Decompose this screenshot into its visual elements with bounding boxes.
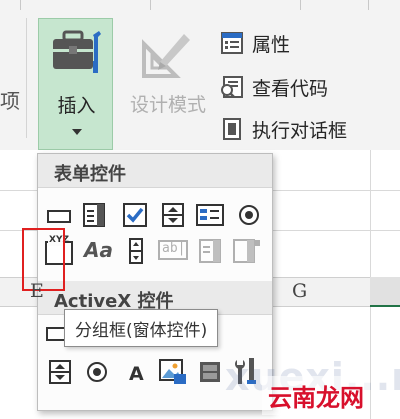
activex-image-icon[interactable] [158,358,188,386]
combo-box-icon[interactable] [82,202,106,227]
scroll-bar-icon[interactable] [124,238,148,264]
label-caption: Aa [84,238,113,262]
ribbon-top-edge [0,0,400,10]
view-code-icon [220,75,244,99]
column-header-partial: E [30,280,44,302]
form-controls-title: 表单控件 [54,164,126,185]
design-mode-label: 设计模式 [129,94,206,116]
activex-label-icon[interactable]: A [124,360,148,385]
list-box-icon[interactable] [196,203,224,227]
toolbox-icon [49,25,105,83]
run-dialog-button[interactable]: 执行对话框 [220,114,347,144]
activex-spin-button-icon[interactable] [48,360,72,384]
checkbox-icon[interactable] [123,203,147,227]
column-header-g[interactable]: G [292,280,307,302]
run-dialog-label: 执行对话框 [252,119,348,142]
spin-button-icon[interactable] [161,203,185,227]
text-field-caption: ab| [162,241,186,256]
button-control-icon[interactable] [47,204,71,228]
label-control-icon[interactable]: Aa [84,238,114,262]
combo-drop-edit-icon [233,238,261,263]
run-dialog-icon [220,117,244,141]
design-mode-button[interactable]: 设计模式 [118,18,218,128]
design-mode-icon [138,26,198,86]
insert-label: 插入 [57,95,96,117]
insert-controls-button[interactable]: 插入 [38,18,113,150]
properties-label: 属性 [252,33,291,56]
group-box-tooltip: 分组框(窗体控件) [64,309,219,347]
combo-list-edit-icon [198,238,222,263]
ribbon-partial-label: 项 [0,89,20,113]
activex-option-button-icon[interactable] [85,360,109,384]
watermark-logo: 云南龙网 [262,376,370,415]
ribbon-group-separator [26,18,27,138]
svg-text:A: A [129,363,144,384]
form-controls-header: 表单控件 [38,154,272,188]
text-field-icon: ab| [158,238,188,262]
column-header-selected[interactable] [370,277,400,307]
chevron-down-icon [72,129,82,135]
properties-button[interactable]: 属性 [220,28,290,58]
activex-toggle-button-icon[interactable] [198,360,222,384]
view-code-label: 查看代码 [252,77,329,100]
properties-icon [220,31,244,55]
developer-ribbon: 项 插入 设计模式 属性 查看代码 执行对话框 [0,0,400,150]
view-code-button[interactable]: 查看代码 [220,72,328,102]
option-button-icon[interactable] [237,203,261,227]
